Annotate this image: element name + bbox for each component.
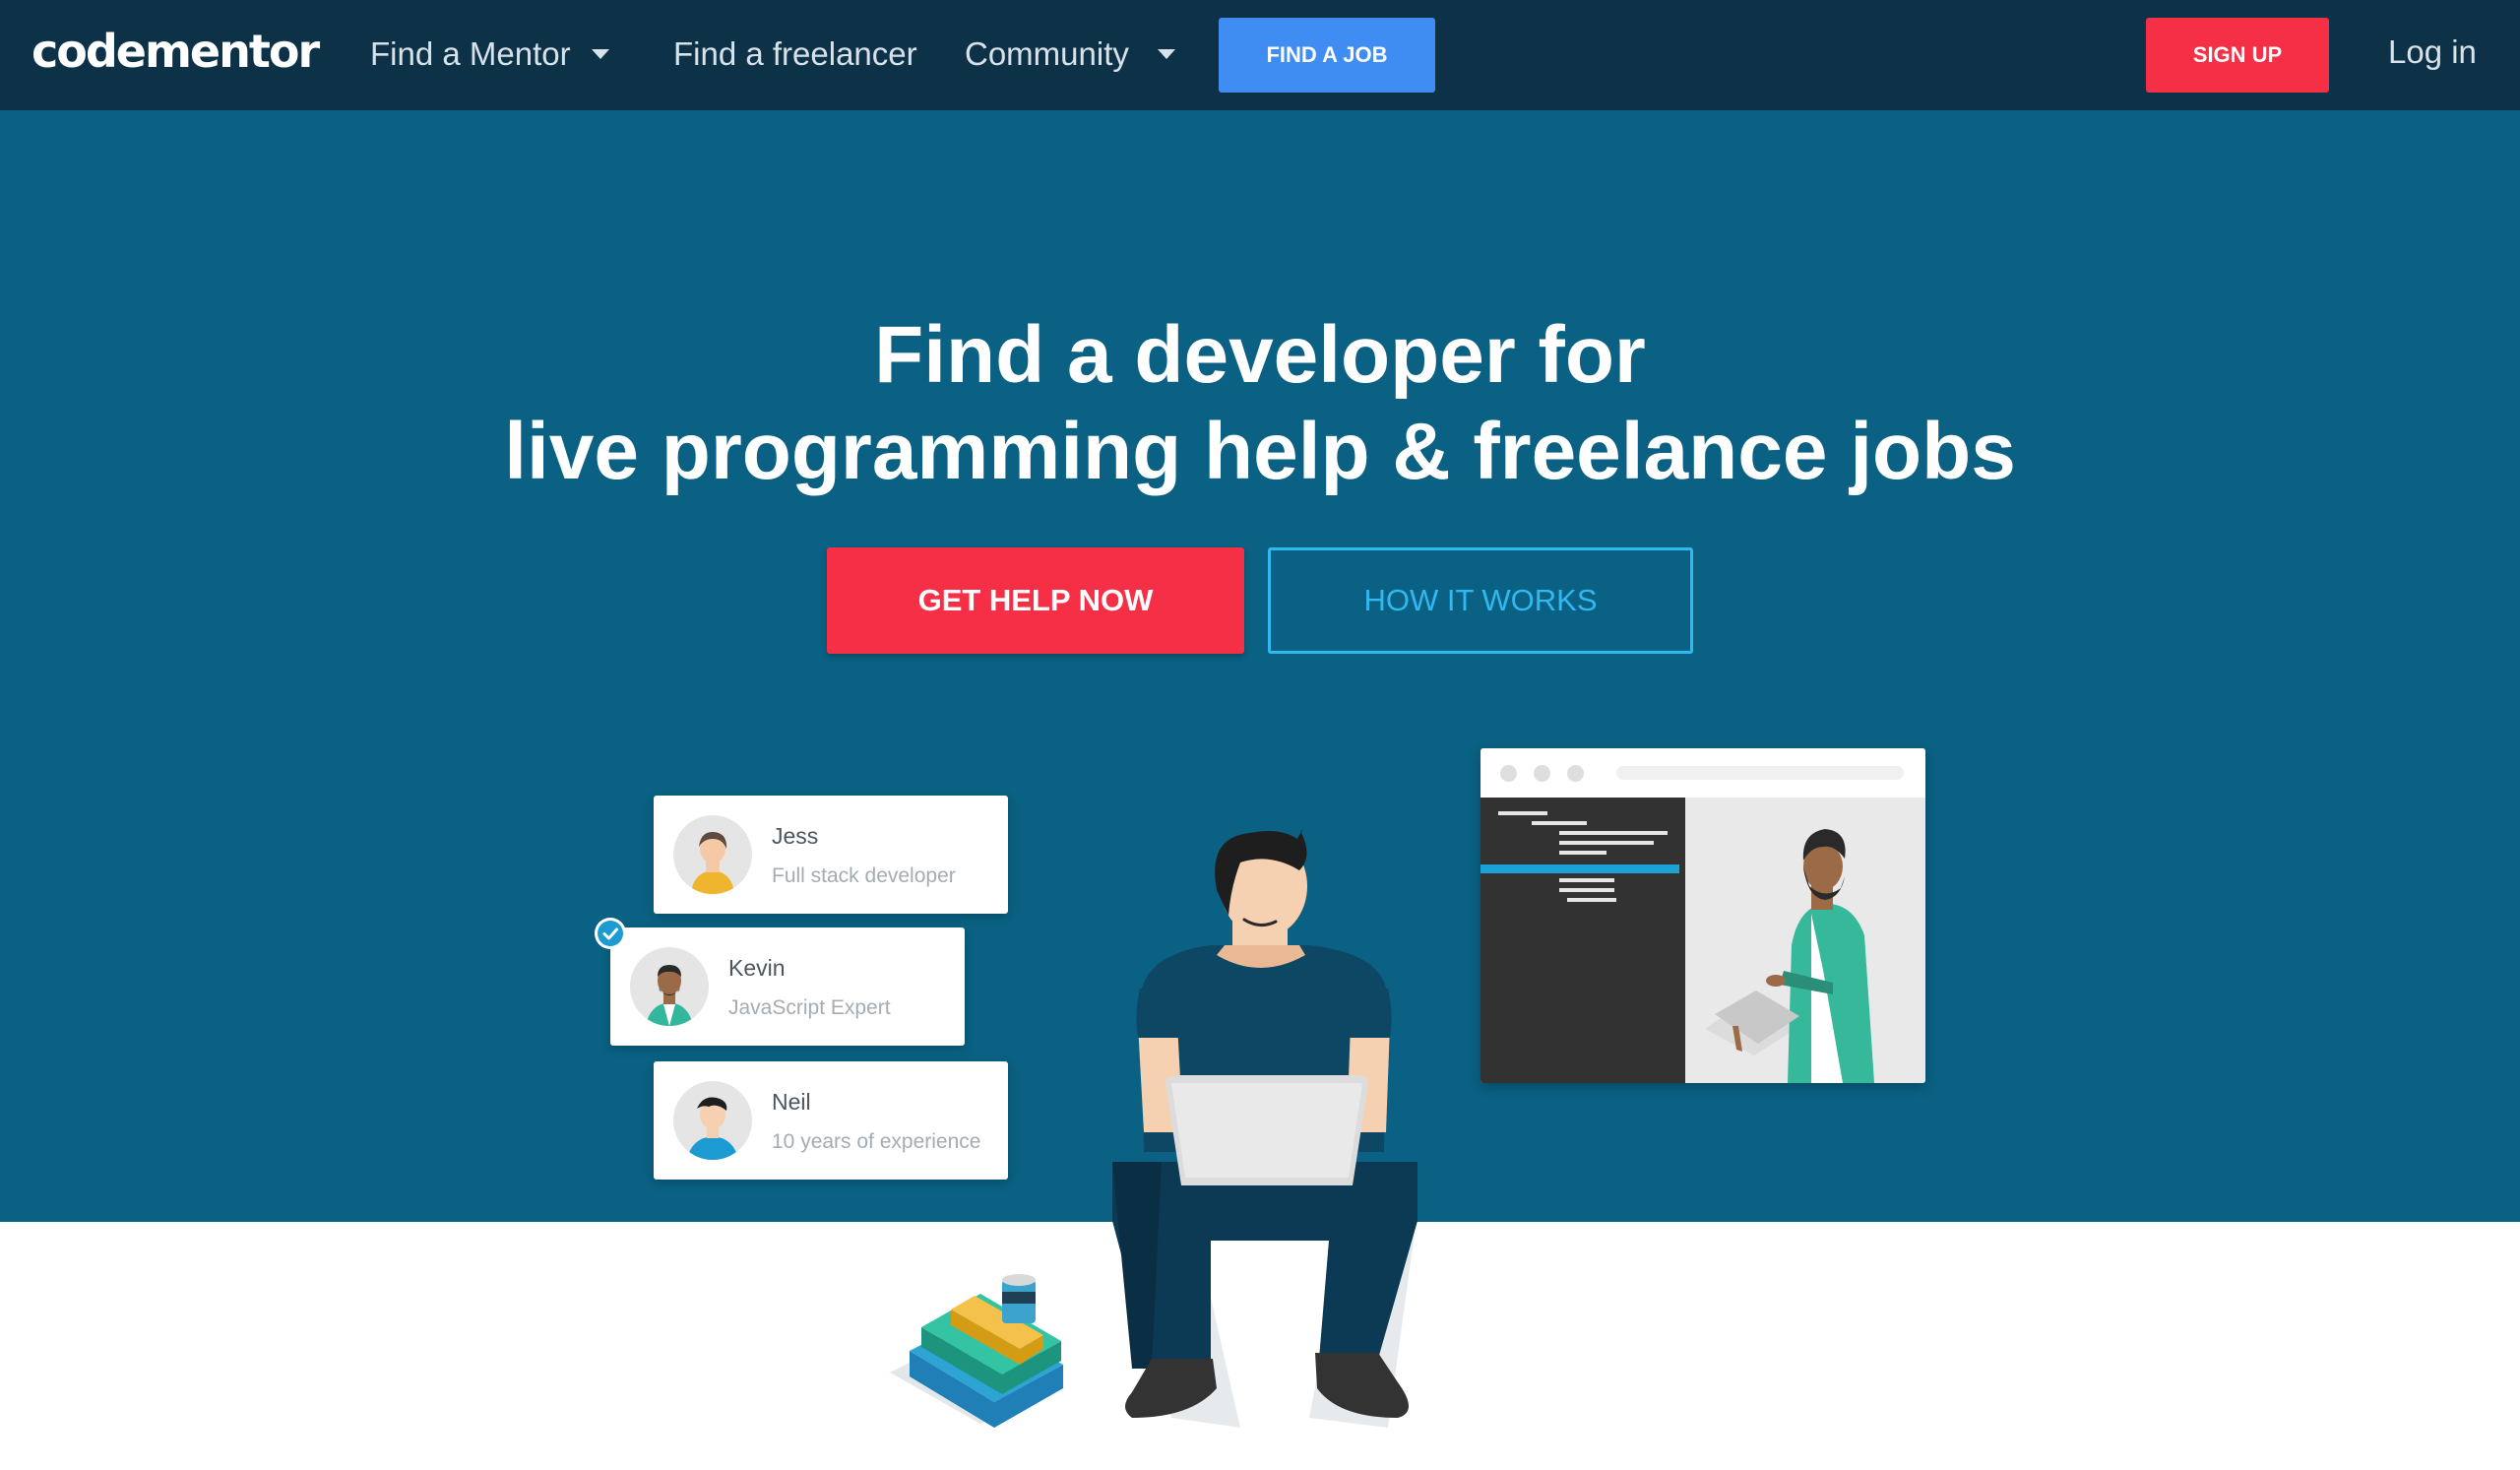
developer-with-laptop-illustration bbox=[890, 829, 1418, 1428]
books-illustration bbox=[890, 1274, 1063, 1428]
